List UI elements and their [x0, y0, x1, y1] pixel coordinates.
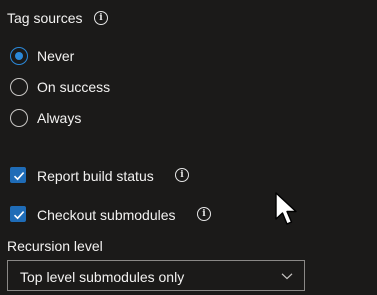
- radio-button[interactable]: [10, 78, 28, 96]
- tag-sources-title: Tag sources: [7, 10, 83, 26]
- report-build-status-checkbox[interactable]: [10, 167, 26, 183]
- checkout-submodules-checkbox[interactable]: [10, 206, 26, 222]
- checkmark-icon: [13, 172, 25, 181]
- radio-never-label: Never: [37, 48, 75, 64]
- info-icon[interactable]: i: [94, 11, 108, 25]
- mouse-pointer-icon: [275, 192, 297, 225]
- recursion-level-label: Recursion level: [7, 238, 103, 254]
- radio-button-selected[interactable]: [10, 47, 28, 65]
- checkmark-icon: [13, 211, 25, 220]
- chevron-down-icon: [281, 273, 293, 280]
- checkout-submodules-label: Checkout submodules: [37, 207, 176, 223]
- info-icon[interactable]: i: [175, 168, 189, 182]
- info-icon[interactable]: i: [197, 207, 211, 221]
- recursion-level-dropdown[interactable]: Top level submodules only: [7, 260, 305, 291]
- radio-button[interactable]: [10, 109, 28, 127]
- build-settings-panel: Tag sources i Never On success Always Re…: [0, 0, 377, 295]
- radio-always-label: Always: [37, 110, 82, 126]
- radio-on-success-label: On success: [37, 79, 111, 95]
- recursion-level-value: Top level submodules only: [20, 269, 185, 285]
- report-build-status-label: Report build status: [37, 168, 154, 184]
